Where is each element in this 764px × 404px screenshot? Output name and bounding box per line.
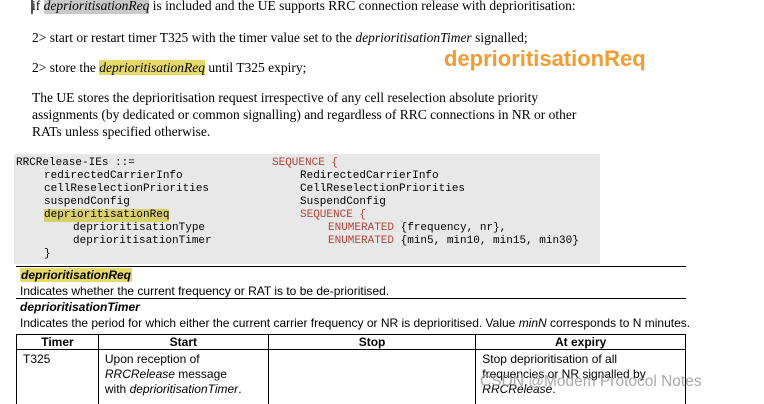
- asn1-field-name-highlighted: deprioritisationReq: [44, 209, 169, 222]
- field-desc-text: Indicates the period for which either th…: [20, 316, 690, 330]
- asn1-field-type: CellReselectionPriorities: [300, 183, 465, 196]
- asn1-field-type: SEQUENCE {: [300, 209, 366, 222]
- watermark: CSDN @Modem Protocol Notes: [480, 373, 702, 391]
- asn1-subfield-name: deprioritisationTimer: [73, 235, 212, 248]
- table-cell-start: Upon reception of RRCRelease message wit…: [98, 350, 268, 404]
- field-desc-title: deprioritisationReq: [20, 268, 132, 282]
- divider: [16, 266, 686, 267]
- asn1-header: RRCRelease-IEs ::=: [16, 157, 135, 170]
- table-header-row: Timer Start Stop At expiry: [17, 335, 686, 350]
- table-header: Stop: [268, 335, 476, 350]
- asn1-field-type: SuspendConfig: [300, 196, 386, 209]
- asn1-subfield-name: deprioritisationType: [73, 222, 205, 235]
- timer-table: Timer Start Stop At expiry T325 Upon rec…: [16, 334, 686, 404]
- field-desc-title: deprioritisationTimer: [20, 300, 140, 314]
- spec-paragraph: The UE stores the deprioritisation reque…: [32, 89, 576, 140]
- spec-line-2: 2> start or restart timer T325 with the …: [32, 30, 528, 46]
- table-header: Start: [98, 335, 268, 350]
- table-cell-timer: T325: [17, 350, 99, 404]
- asn1-field-name: redirectedCarrierInfo: [44, 170, 183, 183]
- asn1-sequence-kw: SEQUENCE {: [272, 157, 338, 170]
- table-header: At expiry: [476, 335, 686, 350]
- field-ref: deprioritisationReq: [99, 60, 205, 75]
- divider: [16, 298, 686, 299]
- table-header: Timer: [17, 335, 99, 350]
- asn1-field-type: RedirectedCarrierInfo: [300, 170, 439, 183]
- asn1-subfield-type: ENUMERATED {min5, min10, min15, min30}: [328, 235, 579, 248]
- asn1-field-name: cellReselectionPriorities: [44, 183, 209, 196]
- asn1-close-brace: }: [44, 248, 51, 261]
- spec-line-3: 2> store the deprioritisationReq until T…: [32, 60, 306, 76]
- table-cell-stop: [268, 350, 476, 404]
- asn1-field-name: suspendConfig: [44, 196, 130, 209]
- asn1-subfield-type: ENUMERATED {frequency, nr},: [328, 222, 506, 235]
- callout-label: deprioritisationReq: [444, 46, 646, 72]
- spec-line-1: if deprioritisationReq is included and t…: [32, 0, 576, 14]
- field-ref: deprioritisationReq: [44, 0, 150, 14]
- field-desc-text: Indicates whether the current frequency …: [20, 284, 389, 298]
